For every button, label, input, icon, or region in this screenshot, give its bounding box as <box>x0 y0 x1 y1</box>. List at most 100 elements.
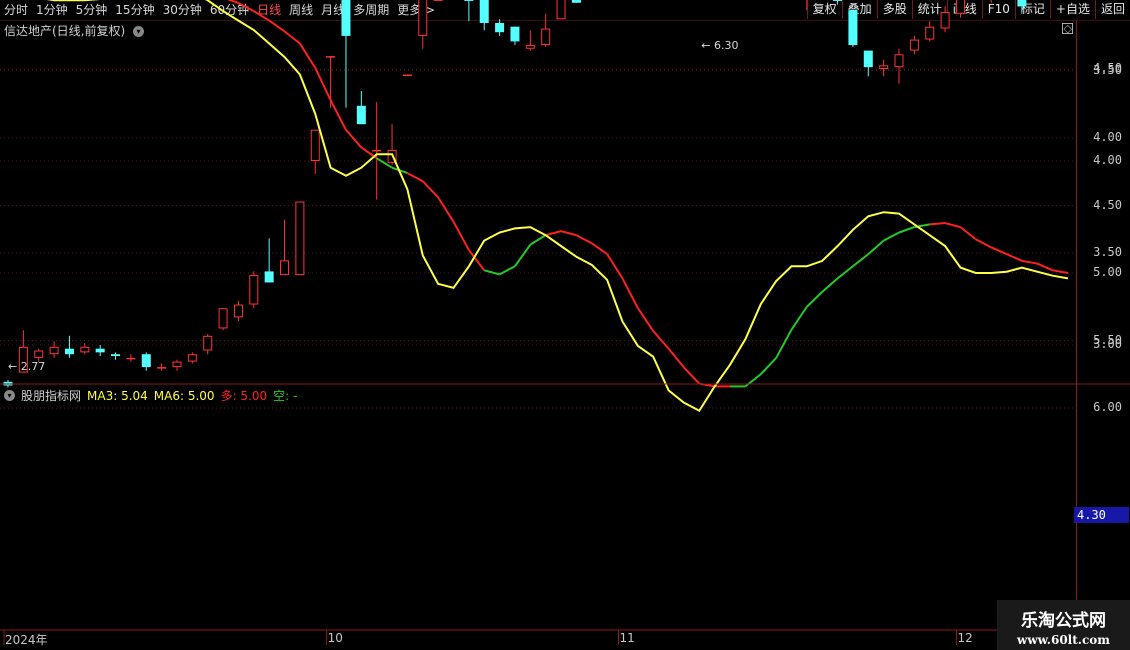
ma6-segment <box>345 129 363 149</box>
ma6-segment <box>836 265 854 280</box>
candle-body <box>326 56 336 58</box>
candle <box>280 219 290 276</box>
candle <box>495 19 505 36</box>
candle <box>848 10 858 47</box>
ma6-segment <box>606 253 624 279</box>
watermark-url: www.60lt.com <box>1017 633 1110 647</box>
candle <box>879 59 889 77</box>
candle <box>990 0 992 3</box>
chart-canvas: ← 6.30 ← 2.77 <box>0 0 1130 645</box>
maximize-icon[interactable] <box>1062 23 1073 34</box>
candle-body <box>218 308 228 329</box>
chevron-down-icon[interactable]: ▾ <box>4 390 15 401</box>
ma6-segment <box>1021 259 1038 265</box>
candle-body <box>1017 0 1027 7</box>
candle-body <box>909 39 919 51</box>
ma6-segment <box>1006 253 1023 262</box>
candle-body <box>34 350 44 358</box>
high-price-marker: ← 6.30 <box>701 39 738 52</box>
ma6-segment <box>1036 262 1054 272</box>
ma6-segment <box>637 307 655 332</box>
candle-body <box>95 348 105 353</box>
candle <box>141 352 151 371</box>
ma6-segment <box>975 238 992 249</box>
ma6-segment <box>237 2 255 12</box>
candle <box>111 352 121 360</box>
candle-body <box>925 26 935 40</box>
candle <box>940 6 950 33</box>
candle-body <box>264 271 274 283</box>
candle <box>264 238 274 283</box>
low-price-marker: ← 2.77 <box>8 360 45 373</box>
candle <box>341 0 351 108</box>
candle-body <box>955 0 965 14</box>
y-axis-line <box>1076 21 1077 630</box>
candle <box>571 0 581 3</box>
candle-body <box>280 260 290 276</box>
ma6-segment <box>483 269 500 276</box>
candle-body <box>894 54 904 68</box>
watermark-title: 乐淘公式网 <box>1021 611 1106 631</box>
y-tick-label: 4.00 <box>1093 130 1122 144</box>
candle <box>541 13 551 47</box>
candle-body <box>111 354 121 357</box>
candle <box>295 201 305 276</box>
candle-body <box>556 0 566 20</box>
main-chart-title[interactable]: 信达地产(日线,前复权) ▾ <box>4 22 145 39</box>
ma6-segment <box>652 330 670 350</box>
candle <box>510 26 520 46</box>
ma6-segment <box>806 291 823 308</box>
candle <box>64 335 74 358</box>
ma6-segment <box>821 277 839 293</box>
y-tick-label: 4.00 <box>1093 153 1122 167</box>
candle <box>1017 0 1027 14</box>
candle-body <box>310 129 320 162</box>
current-value-badge: 4.30 <box>1074 507 1129 523</box>
candle <box>372 102 382 200</box>
y-tick-label: 5.50 <box>1093 332 1122 347</box>
candle <box>418 0 428 49</box>
candle <box>433 0 443 1</box>
ma6-segment <box>883 231 900 242</box>
ma6-segment <box>283 30 301 45</box>
y-tick-label: 6.00 <box>1093 400 1122 414</box>
chevron-down-icon[interactable]: ▾ <box>133 26 145 37</box>
ma6-segment <box>867 239 885 255</box>
ma6-segment <box>683 366 701 385</box>
ma6-segment <box>545 230 562 237</box>
candle-body <box>940 11 950 29</box>
candle-body <box>464 0 474 1</box>
watermark-logo: 乐淘公式网 www.60lt.com <box>997 600 1130 650</box>
ma6-segment <box>944 222 961 229</box>
candle <box>909 35 919 55</box>
ma6-segment <box>514 244 532 267</box>
ma6-segment <box>437 196 455 223</box>
candle <box>356 91 366 125</box>
ma6-segment <box>329 99 347 131</box>
candle <box>249 271 259 309</box>
candle <box>464 0 474 22</box>
ma6-segment <box>760 357 777 375</box>
ma6-segment <box>406 172 424 183</box>
ma6-segment <box>852 253 869 268</box>
ma6-segment <box>253 10 270 22</box>
candle <box>80 343 90 355</box>
duo-label: 多: 5.00 <box>220 389 268 403</box>
candle <box>157 363 167 371</box>
candle <box>233 300 243 322</box>
candle-body <box>172 361 182 368</box>
ma6-segment <box>898 226 915 234</box>
ma6-segment <box>621 277 639 309</box>
candle-body <box>126 357 136 360</box>
ma6-segment <box>990 246 1007 256</box>
candle-body <box>249 275 259 305</box>
candle <box>955 0 965 18</box>
candle-body <box>848 10 858 46</box>
candle-body <box>879 65 889 69</box>
candle-body <box>571 0 581 3</box>
ma6-segment <box>529 234 547 246</box>
candle <box>49 341 59 358</box>
indicator-name[interactable]: 股朋指标网 <box>21 387 81 404</box>
ma3-label: MA3: 5.04 <box>87 388 148 403</box>
candle-body <box>157 367 167 369</box>
